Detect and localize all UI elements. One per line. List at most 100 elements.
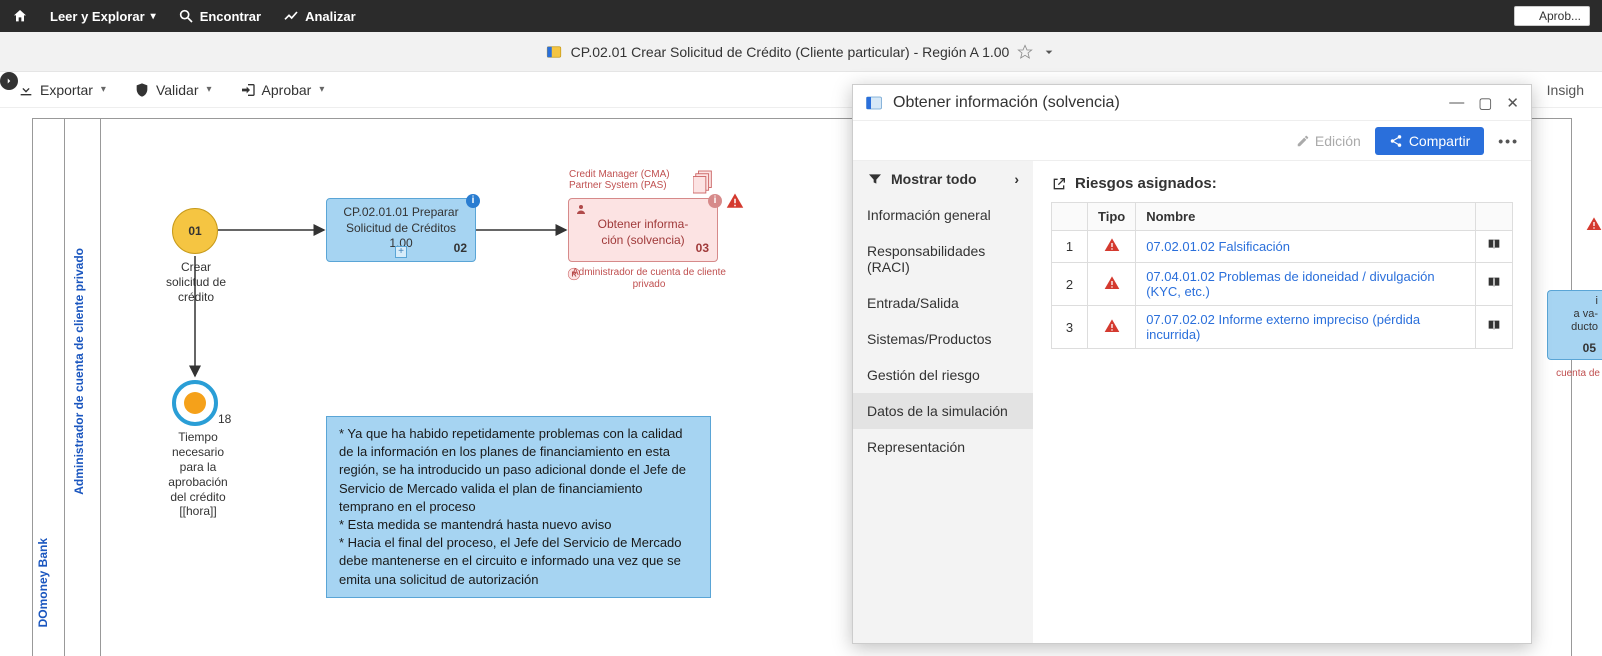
task-obtain-roles: Credit Manager (CMA) Partner System (PAS… [569,169,670,191]
nav-io[interactable]: Entrada/Salida [853,285,1033,321]
col-nombre: Nombre [1136,203,1476,231]
start-event[interactable]: 01 [172,208,218,254]
info-icon[interactable]: i [1596,295,1598,307]
nav-systems-label: Sistemas/Productos [867,331,992,347]
expand-sidebar-handle[interactable] [0,72,18,90]
start-event-num: 01 [188,224,201,238]
chart-line-icon [283,8,299,24]
task-clipped-title: a va- ducto [1550,308,1598,334]
nav-risk[interactable]: Gestión del riesgo [853,357,1033,393]
nav-systems[interactable]: Sistemas/Productos [853,321,1033,357]
row-type-icon [1088,263,1136,306]
analyze-label: Analizar [305,9,356,24]
process-icon [545,43,563,61]
info-icon[interactable]: i [466,194,480,208]
approve-button[interactable]: Aprobar ▾ [240,82,325,98]
panel-more-button[interactable]: ••• [1498,133,1519,149]
nav-simulation-label: Datos de la simulación [867,403,1008,419]
home-icon [12,8,28,24]
task-prepare-request[interactable]: i CP.02.01.01 Preparar Solicitud de Créd… [326,198,476,262]
panel-edit-button[interactable]: Edición [1296,133,1361,149]
approve-top-button[interactable]: Aprob... [1514,6,1590,26]
col-tipo: Tipo [1088,203,1136,231]
row-name: 07.02.01.02 Falsificación [1136,231,1476,263]
annotation-note: * Ya que ha habido repetidamente problem… [326,416,711,598]
risk-link[interactable]: 07.04.01.02 Problemas de idoneidad / div… [1146,269,1434,299]
tab-insight[interactable]: Insigh [1547,82,1584,98]
panel-content-area: Riesgos asignados: Tipo Nombre 1 07.02.01… [1033,161,1531,643]
table-row[interactable]: 1 07.02.01.02 Falsificación [1052,231,1513,263]
row-book-icon[interactable] [1476,306,1513,349]
table-row[interactable]: 207.04.01.02 Problemas de idoneidad / di… [1052,263,1513,306]
task-clipped-num: 05 [1583,341,1596,355]
row-index: 1 [1052,231,1088,263]
shield-icon [134,82,150,98]
nav-show-all-label: Mostrar todo [891,171,977,187]
panel-share-label: Compartir [1409,133,1470,149]
validate-label: Validar [156,82,199,98]
row-name: 07.07.02.02 Informe externo impreciso (p… [1136,306,1476,349]
risk-link[interactable]: 07.07.02.02 Informe externo impreciso (p… [1146,312,1420,342]
nav-general[interactable]: Información general [853,197,1033,233]
subprocess-expand-icon[interactable]: + [395,246,407,258]
lane-label: Administrador de cuenta de cliente priva… [72,248,86,495]
pool-label: DOmoney Bank [36,538,50,627]
task-obtain-num: 03 [696,241,709,257]
chevron-down-icon[interactable] [1041,44,1057,60]
risk-link[interactable]: 07.02.01.02 Falsificación [1146,239,1290,254]
user-icon [575,203,587,220]
panel-minimize-button[interactable]: — [1449,94,1464,112]
task-obtain-title: Obtener informa- ción (solvencia) [577,217,709,248]
nav-simulation[interactable]: Datos de la simulación [853,393,1033,429]
panel-close-button[interactable]: ✕ [1506,94,1519,112]
row-book-icon[interactable] [1476,231,1513,263]
nav-raci-label: Responsabilidades (RACI) [867,243,1019,275]
timer-event-label: Tiempo necesario para la aprobación del … [160,430,236,505]
row-index: 3 [1052,306,1088,349]
approve-top-label: Aprob... [1539,9,1581,23]
nav-io-label: Entrada/Salida [867,295,959,311]
risks-table: Tipo Nombre 1 07.02.01.02 Falsificación 20… [1051,202,1513,349]
export-label: Exportar [40,82,93,98]
analyze-button[interactable]: Analizar [283,8,356,24]
nav-representation[interactable]: Representación [853,429,1033,465]
panel-maximize-button[interactable]: ▢ [1478,94,1492,112]
signout-icon [240,82,256,98]
read-explore-menu[interactable]: Leer y Explorar ▾ [50,9,156,24]
risks-section-title: Riesgos asignados: [1075,175,1217,192]
find-button[interactable]: Encontrar [178,8,261,24]
timer-event-token: [[hora]] [172,504,224,519]
row-type-icon [1088,306,1136,349]
nav-representation-label: Representación [867,439,965,455]
export-button[interactable]: Exportar ▾ [18,82,106,98]
title-bar: CP.02.01 Crear Solicitud de Crédito (Cli… [0,32,1602,72]
task-obtain-info[interactable]: Credit Manager (CMA) Partner System (PAS… [568,198,718,262]
nav-show-all[interactable]: Mostrar todo › [853,161,1033,197]
read-explore-label: Leer y Explorar [50,9,145,24]
link-out-icon [1051,176,1067,192]
favorite-star-icon[interactable] [1017,44,1033,60]
search-icon [178,8,194,24]
info-icon[interactable]: i [708,194,722,208]
col-book [1476,203,1513,231]
panel-toolbar: Edición Compartir ••• [853,121,1531,161]
task-type-icon [865,94,883,112]
pencil-icon [1296,134,1310,148]
task-prepare-num: 02 [454,241,467,257]
row-book-icon[interactable] [1476,263,1513,306]
timer-event[interactable] [172,380,218,426]
timer-event-num: 18 [218,412,231,427]
risks-section-header: Riesgos asignados: [1051,175,1513,192]
chevron-right-icon [4,76,14,86]
panel-share-button[interactable]: Compartir [1375,127,1484,155]
nav-raci[interactable]: Responsabilidades (RACI) [853,233,1033,285]
row-type-icon [1088,231,1136,263]
warning-icon[interactable] [1586,216,1602,235]
validate-button[interactable]: Validar ▾ [134,82,212,98]
chevron-right-icon: › [1014,171,1019,187]
warning-icon[interactable] [726,192,744,213]
approve-label: Aprobar [262,82,312,98]
table-row[interactable]: 3 07.07.02.02 Informe externo impreciso (… [1052,306,1513,349]
home-button[interactable] [12,8,28,24]
task-clipped-right[interactable]: i a va- ducto 05 [1547,290,1602,360]
